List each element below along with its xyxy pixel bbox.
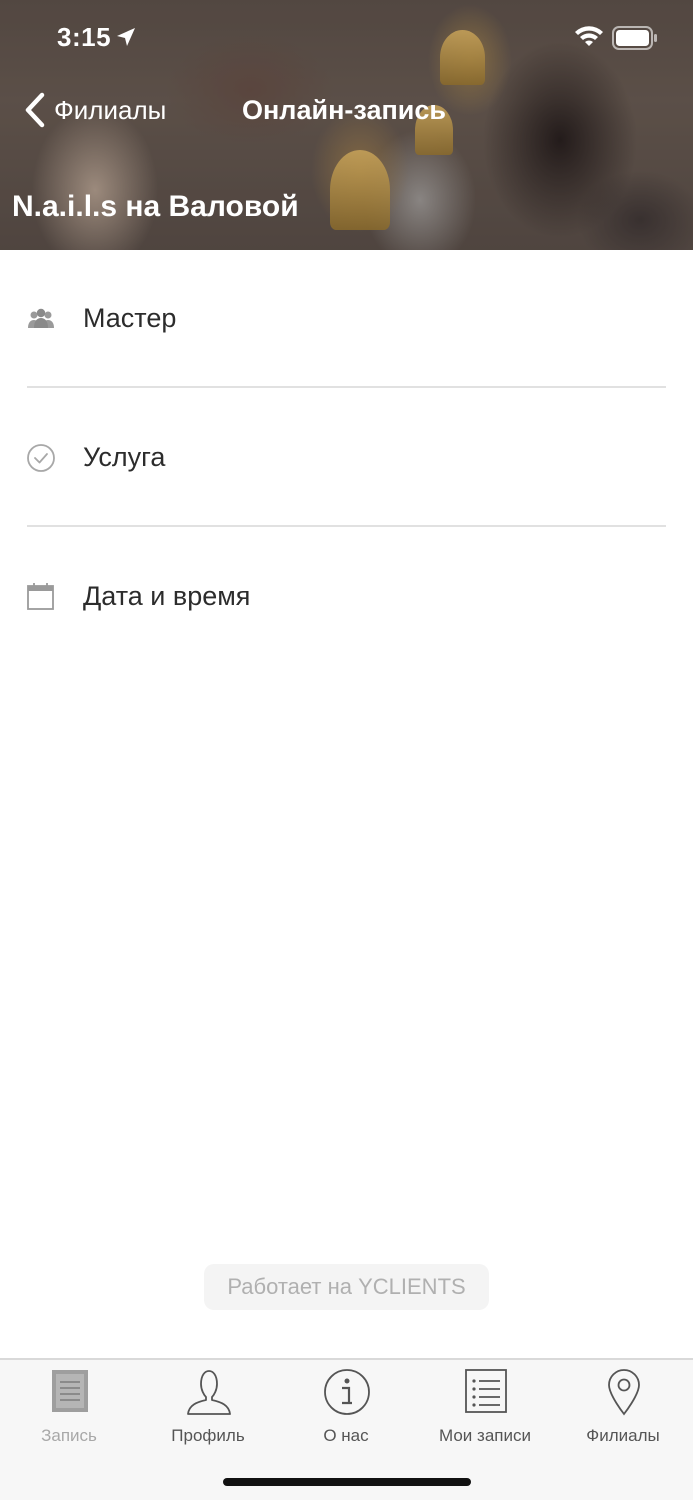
wifi-icon [575, 26, 603, 46]
tab-label: Мои записи [439, 1426, 531, 1445]
row-label: Мастер [83, 303, 177, 333]
document-icon [52, 1370, 88, 1412]
tab-label: Профиль [171, 1426, 245, 1445]
tab-label: Филиалы [586, 1426, 660, 1445]
tab-profile[interactable]: Профиль [143, 1368, 273, 1445]
branch-name: N.a.i.l.s на Валовой [12, 190, 299, 223]
chevron-left-icon [25, 92, 45, 128]
status-bar: 3:15 [0, 0, 693, 80]
divider [27, 386, 666, 388]
person-icon [187, 1370, 231, 1415]
page-title: Онлайн-запись [242, 95, 446, 125]
row-master[interactable]: Мастер [0, 250, 693, 389]
info-icon [324, 1369, 370, 1415]
home-indicator [223, 1478, 471, 1486]
location-arrow-icon [117, 28, 135, 46]
row-datetime[interactable]: Дата и время [0, 528, 693, 667]
tab-about[interactable]: О нас [281, 1368, 411, 1445]
check-circle-icon [27, 444, 55, 472]
powered-by-badge[interactable]: Работает на YCLIENTS [204, 1264, 489, 1310]
navigation-bar: Филиалы Онлайн-запись [0, 80, 693, 140]
battery-icon [612, 26, 657, 50]
tab-label: О нас [323, 1426, 369, 1445]
back-button[interactable]: Филиалы [22, 88, 166, 132]
tab-branches[interactable]: Филиалы [558, 1368, 688, 1445]
divider [27, 525, 666, 527]
row-service[interactable]: Услуга [0, 389, 693, 528]
list-icon [465, 1369, 507, 1413]
tab-my-bookings[interactable]: Мои записи [420, 1368, 550, 1445]
back-button-label: Филиалы [54, 94, 167, 125]
row-label: Услуга [83, 442, 166, 472]
status-time: 3:15 [57, 22, 112, 52]
decor-lamp [330, 150, 390, 230]
tab-booking[interactable]: Запись [4, 1368, 134, 1445]
tab-label: Запись [41, 1426, 97, 1445]
row-label: Дата и время [83, 581, 251, 611]
people-icon [28, 308, 54, 328]
calendar-icon [27, 583, 54, 610]
location-pin-icon [608, 1369, 640, 1416]
